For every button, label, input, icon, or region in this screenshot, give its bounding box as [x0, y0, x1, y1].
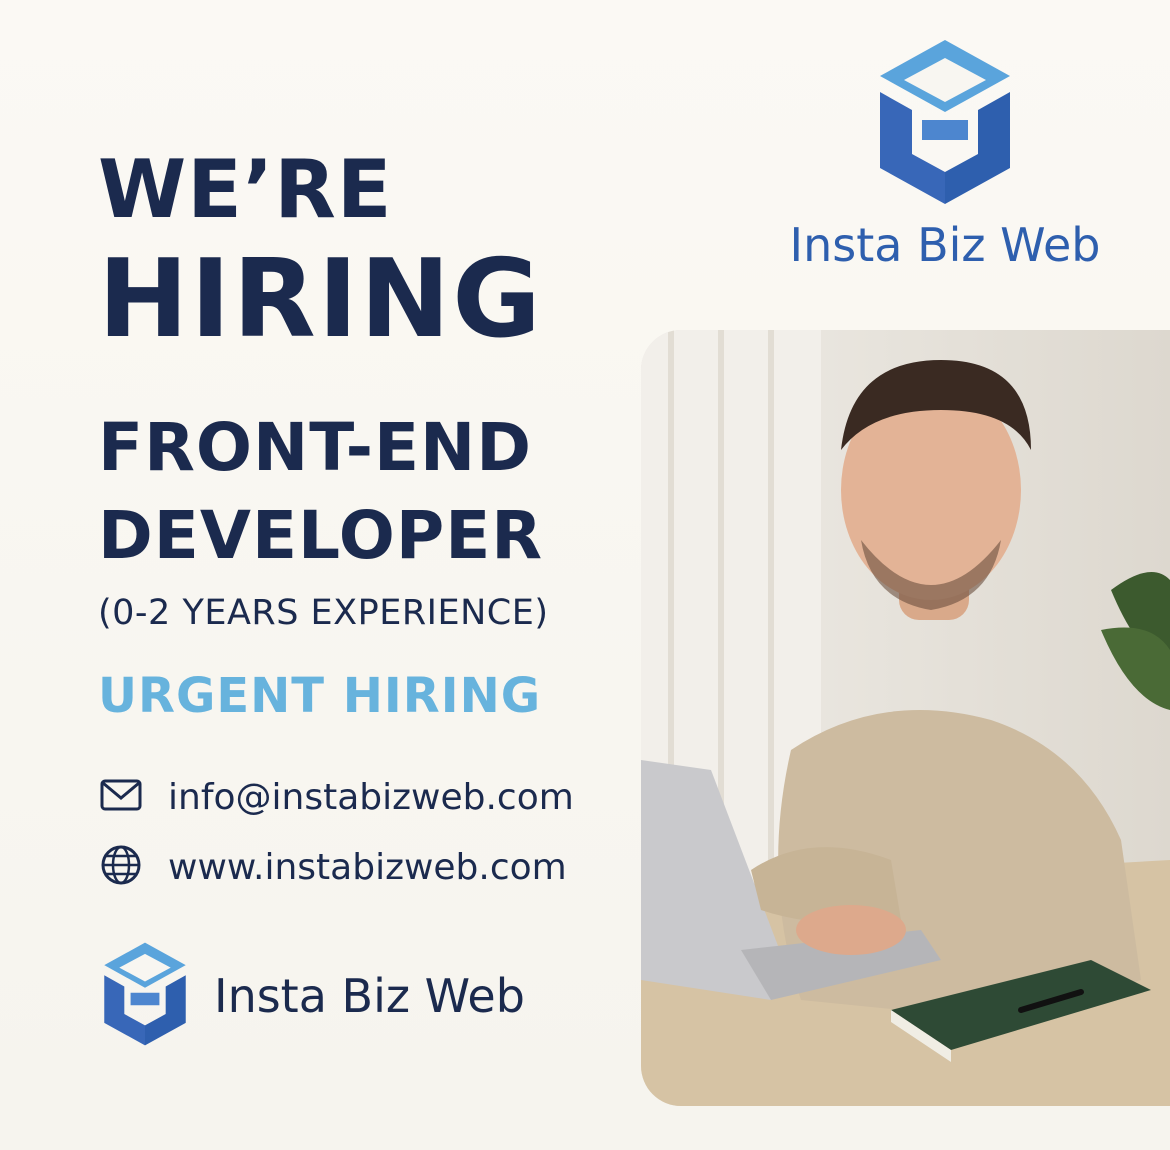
mail-icon	[98, 772, 144, 822]
brand-name-footer: Insta Biz Web	[214, 969, 525, 1023]
brand-header: Insta Biz Web	[780, 36, 1110, 272]
headline-hiring: HIRING	[98, 237, 543, 362]
brand-name-header: Insta Biz Web	[789, 218, 1101, 272]
email-link[interactable]: info@instabizweb.com	[168, 777, 574, 818]
website-row[interactable]: www.instabizweb.com	[98, 842, 567, 892]
website-link[interactable]: www.instabizweb.com	[168, 847, 567, 888]
hexagon-logo-icon	[780, 36, 1110, 208]
urgent-hiring-label: URGENT HIRING	[98, 668, 542, 724]
hexagon-logo-icon	[98, 940, 192, 1052]
globe-icon	[98, 842, 144, 892]
brand-footer: Insta Biz Web	[98, 940, 525, 1052]
job-title-line1: FRONT-END	[98, 409, 533, 486]
experience-requirement: (0-2 YEARS EXPERIENCE)	[98, 593, 549, 633]
hiring-poster: WE’RE HIRING FRONT-END DEVELOPER (0-2 YE…	[0, 0, 1170, 1150]
developer-photo	[641, 330, 1170, 1106]
job-title-line2: DEVELOPER	[98, 497, 544, 574]
email-row[interactable]: info@instabizweb.com	[98, 772, 574, 822]
headline-were: WE’RE	[98, 143, 393, 236]
